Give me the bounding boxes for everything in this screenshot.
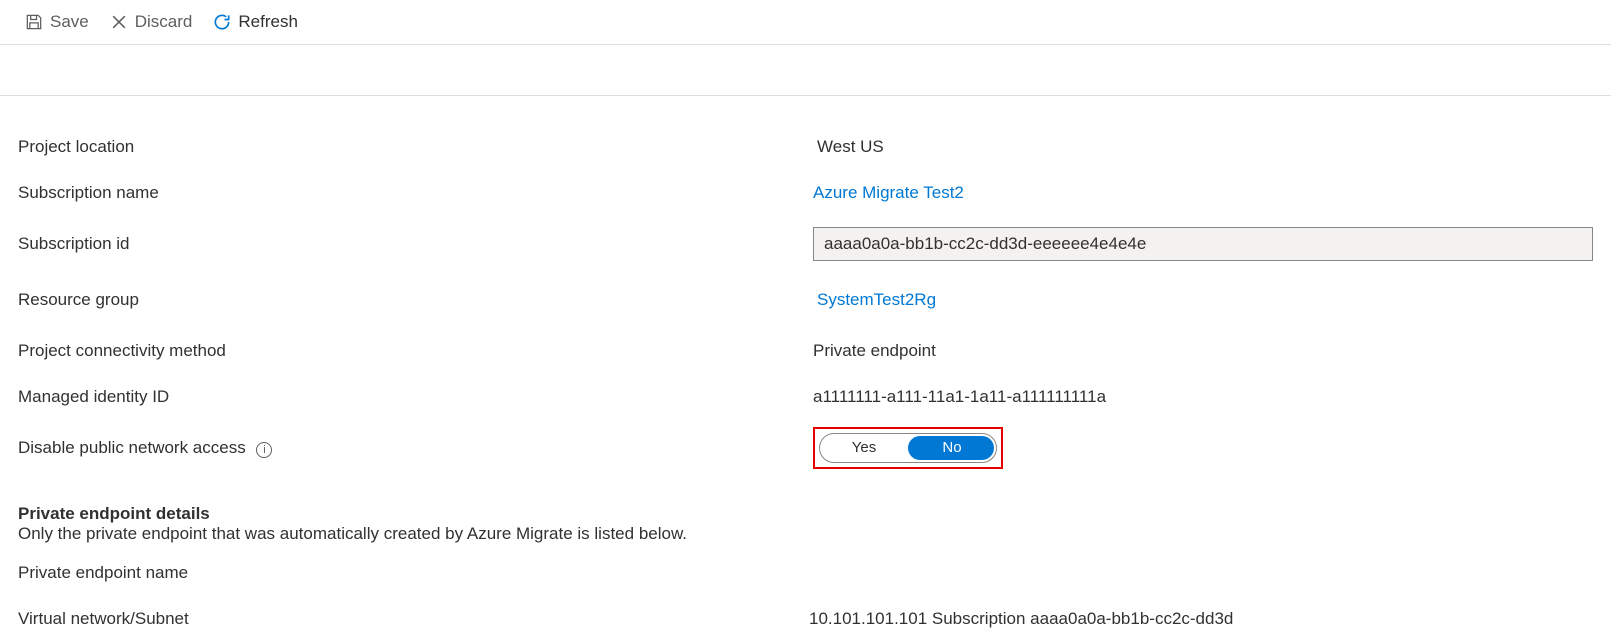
info-icon[interactable]: i [256,442,272,458]
row-project-location: Project location West US [18,126,1593,168]
connectivity-method-value: Private endpoint [813,341,1593,361]
row-connectivity-method: Project connectivity method Private endp… [18,330,1593,372]
resource-group-link[interactable]: SystemTest2Rg [813,290,1593,310]
private-endpoint-desc: Only the private endpoint that was autom… [18,524,1593,544]
close-icon [109,12,129,32]
content-area: Project location West US Subscription na… [0,95,1611,640]
disable-public-access-label: Disable public network access i [18,438,813,458]
save-label: Save [50,12,89,32]
discard-button[interactable]: Discard [109,12,193,32]
vnet-value: 10.101.101.101 Subscription aaaa0a0a-bb1… [809,609,1593,629]
subscription-id-input[interactable] [813,227,1593,261]
row-resource-group: Resource group SystemTest2Rg [18,274,1593,326]
project-location-label: Project location [18,137,813,157]
connectivity-method-label: Project connectivity method [18,341,813,361]
row-vnet-subnet: Virtual network/Subnet 10.101.101.101 Su… [18,598,1593,640]
private-endpoint-name-label: Private endpoint name [18,563,813,583]
row-subscription-id: Subscription id [18,218,1593,270]
refresh-button[interactable]: Refresh [212,12,298,32]
toolbar: Save Discard Refresh [0,0,1611,45]
project-location-value: West US [813,137,1593,157]
private-endpoint-title: Private endpoint details [18,504,1593,524]
managed-identity-value: a1111111-a111-11a1-1a11-a111111111a [813,387,1593,407]
toggle-option-yes[interactable]: Yes [820,434,908,462]
subscription-name-link[interactable]: Azure Migrate Test2 [813,183,1593,203]
discard-label: Discard [135,12,193,32]
save-button[interactable]: Save [24,12,89,32]
row-subscription-name: Subscription name Azure Migrate Test2 [18,172,1593,214]
row-disable-public-access: Disable public network access i Yes No [18,422,1593,474]
save-icon [24,12,44,32]
subscription-id-label: Subscription id [18,234,813,254]
toggle-highlight: Yes No [813,427,1593,469]
refresh-label: Refresh [238,12,298,32]
subscription-name-label: Subscription name [18,183,813,203]
refresh-icon [212,12,232,32]
row-managed-identity: Managed identity ID a1111111-a111-11a1-1… [18,376,1593,418]
public-access-toggle[interactable]: Yes No [819,433,997,463]
managed-identity-label: Managed identity ID [18,387,813,407]
toggle-option-no[interactable]: No [908,434,996,462]
row-private-endpoint-name: Private endpoint name [18,552,1593,594]
resource-group-label: Resource group [18,290,813,310]
vnet-label: Virtual network/Subnet [18,609,813,629]
